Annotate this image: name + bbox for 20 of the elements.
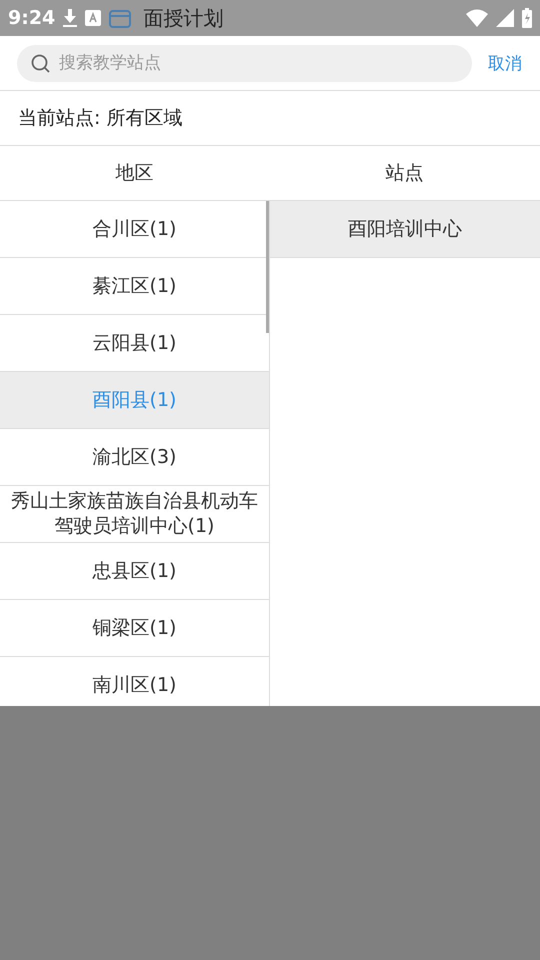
download-icon xyxy=(63,9,78,27)
current-station-label: 当前站点: 所有区域 xyxy=(0,91,540,146)
signal-icon xyxy=(496,9,514,27)
status-time: 9:24 xyxy=(8,7,56,29)
wifi-icon xyxy=(466,9,488,27)
battery-icon xyxy=(522,8,532,28)
region-item[interactable]: 綦江区(1) xyxy=(0,258,269,315)
region-item[interactable]: 南川区(1) xyxy=(0,657,269,706)
station-item[interactable]: 酉阳培训中心 xyxy=(270,201,540,258)
region-item[interactable]: 忠县区(1) xyxy=(0,543,269,600)
app-title: 面授计划 xyxy=(143,4,224,32)
region-item[interactable]: 渝北区(3) xyxy=(0,429,269,486)
column-header: 地区 xyxy=(114,161,154,186)
search-field[interactable]: 搜索教学站点 xyxy=(17,44,472,82)
calendar-icon xyxy=(109,8,132,28)
region-item[interactable]: 铜梁区(1) xyxy=(0,600,269,657)
region-item[interactable]: 秀山土家族苗族自治县机动车驾驶员培训中心(1) xyxy=(0,486,269,543)
region-item[interactable]: 合川区(1) xyxy=(0,201,269,258)
column-header: 站点 xyxy=(384,161,424,186)
notification-icon xyxy=(85,10,102,26)
